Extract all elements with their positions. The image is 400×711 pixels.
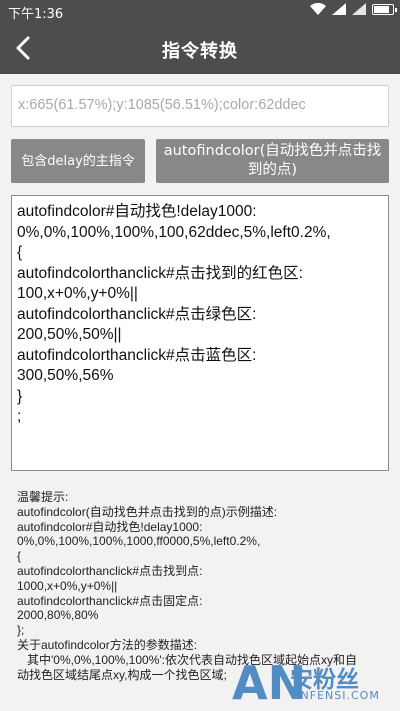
- status-bar: 下午1:36: [0, 0, 400, 22]
- tips-line: 关于autofindcolor方法的参数描述:: [17, 637, 198, 652]
- coordinate-input-value: x:665(61.57%);y:1085(56.51%);color:62dde…: [18, 97, 306, 113]
- tips-line: autofindcolorthanclick#点击找到点:: [17, 563, 203, 578]
- tips-line: autofindcolor(自动找色并点击找到的点)示例描述:: [17, 504, 278, 519]
- watermark-logo: AN 安粉丝 ANFENSI.COM: [232, 658, 392, 708]
- tips-line: {: [17, 549, 22, 564]
- code-line: autofindcolor#自动找色!delay1000:: [17, 203, 257, 220]
- status-icons: [310, 3, 397, 15]
- code-line: autofindcolorthanclick#点击找到的红色区:: [17, 264, 303, 282]
- wifi-icon: [310, 3, 326, 15]
- tips-section: 温馨提示: autofindcolor(自动找色并点击找到的点)示例描述: au…: [17, 490, 389, 682]
- tips-line: };: [17, 623, 25, 638]
- code-line: 300,50%,56%: [17, 367, 114, 384]
- tips-line: 0%,0%,100%,100%,1000,ff0000,5%,left0.2%,: [17, 534, 261, 549]
- code-line: ;: [17, 408, 22, 425]
- code-line: 0%,0%,100%,100%,100,62ddec,5%,left0.2%,: [17, 223, 331, 241]
- tips-line: 温馨提示:: [17, 490, 69, 504]
- code-line: 100,x+0%,y+0%||: [17, 285, 138, 302]
- command-output-textarea[interactable]: autofindcolor#自动找色!delay1000: 0%,0%,100%…: [11, 195, 389, 471]
- title-bar: 指令转换: [0, 22, 400, 74]
- main-command-button[interactable]: 包含delay的主指令: [11, 139, 145, 183]
- code-line: autofindcolorthanclick#点击绿色区:: [17, 305, 257, 323]
- autofindcolor-button[interactable]: autofindcolor(自动找色并点击找到的点): [156, 139, 389, 183]
- tips-line: 1000,x+0%,y+0%||: [17, 578, 118, 593]
- signal-icon-2: [352, 3, 366, 15]
- code-line: {: [17, 244, 23, 261]
- watermark-domain: ANFENSI.COM: [292, 689, 380, 702]
- status-time: 下午1:36: [8, 7, 64, 22]
- tips-line: autofindcolorthanclick#点击固定点:: [17, 593, 203, 608]
- code-line: }: [17, 387, 23, 405]
- tips-line: autofindcolor#自动找色!delay1000:: [17, 519, 203, 534]
- tips-line: 2000,80%,80%: [17, 608, 99, 623]
- code-line: 200,50%,50%||: [17, 326, 122, 343]
- battery-icon: [372, 3, 397, 15]
- page-title: 指令转换: [162, 41, 238, 62]
- coordinate-input[interactable]: x:665(61.57%);y:1085(56.51%);color:62dde…: [11, 85, 389, 127]
- code-line: autofindcolorthanclick#点击蓝色区:: [17, 346, 257, 364]
- signal-icon: [332, 3, 346, 15]
